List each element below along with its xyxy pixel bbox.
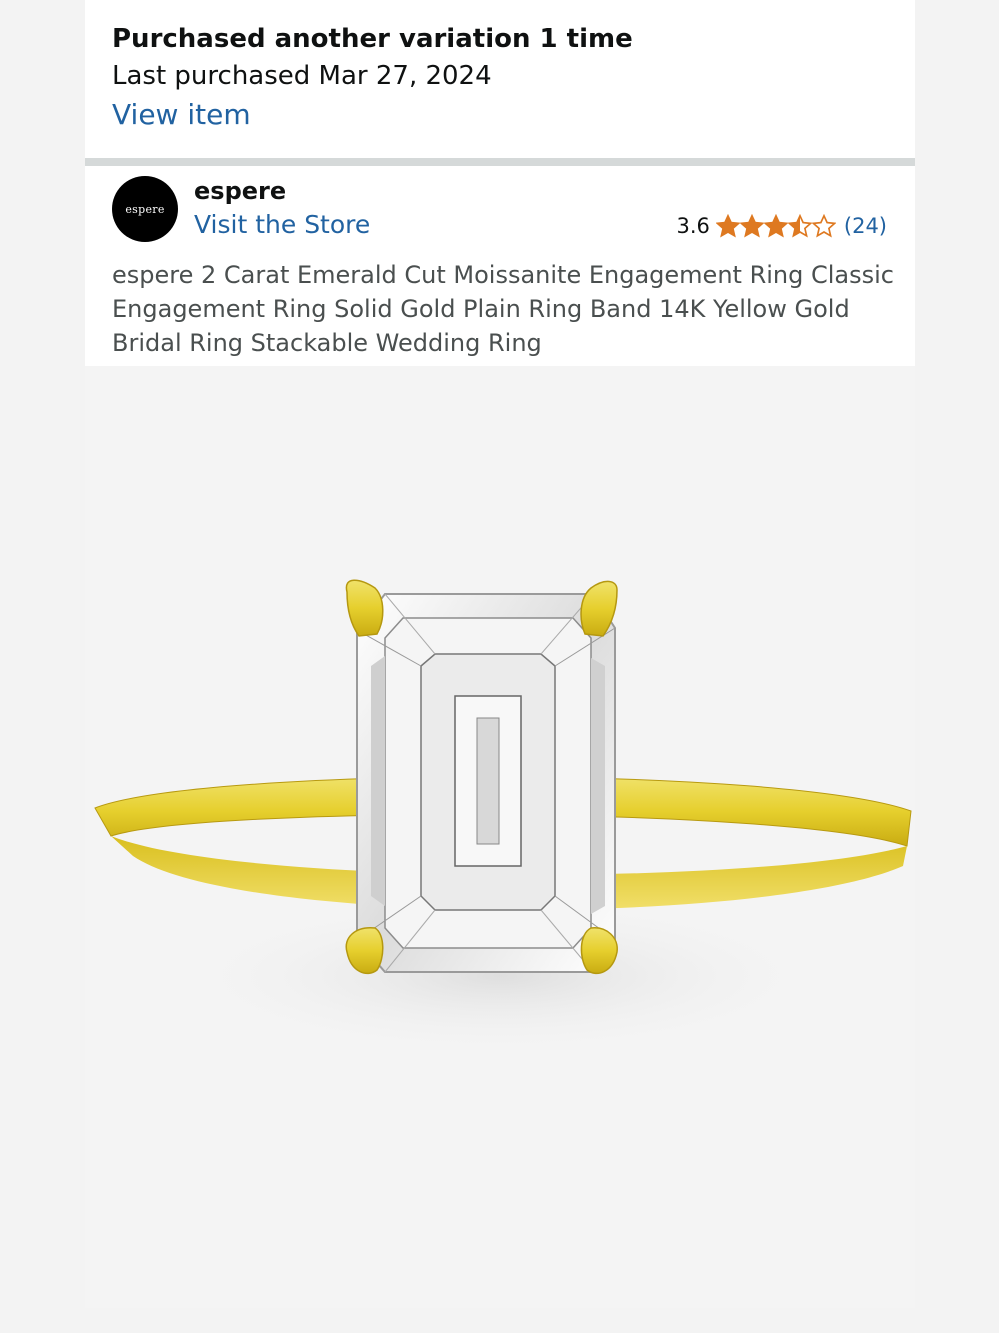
star-full-icon <box>715 214 740 238</box>
visit-store-link[interactable]: Visit the Store <box>194 210 370 239</box>
ring-illustration <box>94 579 912 1056</box>
star-full-icon <box>739 214 764 238</box>
product-page: Purchased another variation 1 time Last … <box>85 0 915 1308</box>
star-half-icon <box>787 214 812 238</box>
star-full-icon <box>763 214 788 238</box>
store-name: espere <box>194 177 287 205</box>
rating-summary[interactable]: 3.6 (24) <box>676 214 887 238</box>
rating-value: 3.6 <box>676 214 710 238</box>
star-empty-icon <box>811 214 836 238</box>
store-logo[interactable]: espere <box>112 176 178 242</box>
purchase-history-banner: Purchased another variation 1 time Last … <box>85 0 915 158</box>
product-image[interactable] <box>85 366 915 1308</box>
rating-count-link[interactable]: (24) <box>844 214 887 238</box>
emerald-cut-gem <box>356 593 616 973</box>
rating-stars <box>715 214 836 238</box>
purchase-count-text: Purchased another variation 1 time <box>112 24 633 54</box>
store-section: espere espere Visit the Store 3.6 (24) e… <box>85 166 915 366</box>
section-divider <box>85 158 915 166</box>
product-title[interactable]: espere 2 Carat Emerald Cut Moissanite En… <box>112 258 902 360</box>
prong-top-left <box>345 579 384 637</box>
view-item-link[interactable]: View item <box>112 98 251 131</box>
last-purchased-text: Last purchased Mar 27, 2024 <box>112 61 492 91</box>
